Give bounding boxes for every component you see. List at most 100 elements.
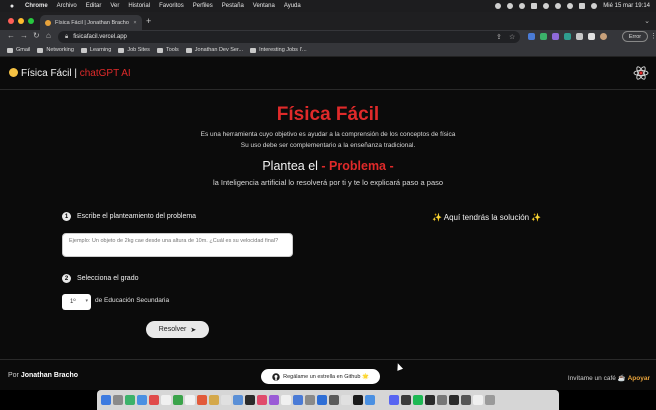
battery-icon[interactable] — [531, 3, 538, 9]
grade-select[interactable]: 1º ▾ — [62, 294, 91, 310]
control-center-icon[interactable] — [579, 3, 586, 9]
app-icon[interactable] — [197, 395, 207, 405]
app-icon[interactable] — [245, 395, 255, 405]
error-button[interactable]: Error — [622, 31, 648, 42]
app-icon[interactable] — [365, 395, 375, 405]
app-header: Física Fácil | chatGPT AI — [0, 57, 656, 90]
bookmark-tools[interactable]: Tools — [156, 47, 179, 53]
chrome-icon[interactable] — [341, 395, 351, 405]
menu-favoritos[interactable]: Favoritos — [159, 3, 184, 9]
tab-search-chevron-icon[interactable]: ⌄ — [644, 17, 650, 25]
trash-icon[interactable] — [485, 395, 495, 405]
github-star-button[interactable]: Regálame un estrella en Github 🌟 — [261, 369, 380, 384]
wifi-icon[interactable] — [555, 3, 562, 9]
clock[interactable]: Mié 15 mar 19:14 — [603, 3, 650, 9]
finder-icon[interactable] — [101, 395, 111, 405]
photos-icon[interactable] — [185, 395, 195, 405]
close-window-icon[interactable] — [8, 18, 14, 24]
mail-icon[interactable] — [137, 395, 147, 405]
tab-fisica-facil[interactable]: Física Fácil | Jonathan Bracho × — [40, 15, 142, 30]
app-icon[interactable] — [149, 395, 159, 405]
forward-icon[interactable]: → — [20, 31, 28, 40]
menu-editar[interactable]: Editar — [86, 3, 102, 9]
app-icon[interactable] — [377, 395, 387, 405]
grade-value: 1º — [70, 299, 76, 305]
facetime-icon[interactable] — [173, 395, 183, 405]
menu-historial[interactable]: Historial — [128, 3, 150, 9]
vscode-icon[interactable] — [317, 395, 327, 405]
more-menu-icon[interactable]: ⋮ — [650, 32, 656, 40]
avatar[interactable] — [600, 33, 607, 40]
address-bar[interactable]: 🔒︎ fisicafacil.vercel.app ⇪ ☆ — [58, 31, 520, 43]
tab-close-icon[interactable]: × — [131, 20, 139, 26]
back-icon[interactable]: ← — [7, 31, 15, 40]
app-icon[interactable] — [425, 395, 435, 405]
extension-icon[interactable] — [540, 33, 547, 40]
share-icon[interactable]: ⇪ — [496, 33, 502, 41]
menu-archivo[interactable]: Archivo — [57, 3, 77, 9]
extension-icon[interactable] — [528, 33, 535, 40]
atom-icon[interactable] — [633, 65, 649, 81]
author-name[interactable]: Jonathan Bracho — [21, 372, 78, 379]
minimize-window-icon[interactable] — [18, 18, 24, 24]
home-icon[interactable]: ⌂ — [46, 31, 51, 40]
extension-icon[interactable] — [564, 33, 571, 40]
launchpad-icon[interactable] — [113, 395, 123, 405]
menu-ventana[interactable]: Ventana — [253, 3, 275, 9]
app-store-icon[interactable] — [293, 395, 303, 405]
extension-icon[interactable] — [552, 33, 559, 40]
brand[interactable]: Física Fácil | chatGPT AI — [9, 68, 131, 79]
play-icon[interactable] — [543, 3, 550, 9]
bookmark-star-icon[interactable]: ☆ — [509, 33, 515, 41]
app-icon[interactable] — [473, 395, 483, 405]
siri-icon[interactable] — [591, 3, 598, 9]
bookmark-interesting-jobs[interactable]: Interesting Jobs I'... — [250, 47, 307, 53]
messages-icon[interactable] — [125, 395, 135, 405]
shield-icon[interactable] — [507, 3, 514, 9]
bookmark-label: Tools — [165, 47, 179, 53]
app-icon[interactable] — [449, 395, 459, 405]
bookmark-networking[interactable]: Networking — [37, 47, 74, 53]
folder-icon — [156, 47, 163, 53]
settings-icon[interactable] — [305, 395, 315, 405]
menu-app-name[interactable]: Chrome — [25, 3, 48, 9]
lock-icon[interactable]: 🔒︎ — [65, 34, 68, 41]
apoyar-link[interactable]: Apoyar — [628, 375, 650, 382]
problem-input[interactable] — [62, 233, 293, 257]
app-icon[interactable] — [401, 395, 411, 405]
app-icon[interactable] — [437, 395, 447, 405]
reminders-icon[interactable] — [221, 395, 231, 405]
spotify-icon[interactable] — [413, 395, 423, 405]
app-icon[interactable] — [281, 395, 291, 405]
bluetooth-icon[interactable] — [519, 3, 526, 9]
app-icon[interactable] — [233, 395, 243, 405]
menu-perfiles[interactable]: Perfiles — [193, 3, 213, 9]
reload-icon[interactable]: ↻ — [33, 31, 40, 40]
url-text[interactable]: fisicafacil.vercel.app — [73, 34, 127, 40]
puzzle-icon[interactable] — [576, 33, 583, 40]
apple-icon[interactable]: ● — [8, 3, 16, 10]
menu-ver[interactable]: Ver — [110, 3, 119, 9]
record-icon[interactable] — [495, 3, 502, 9]
discord-icon[interactable] — [389, 395, 399, 405]
bookmark-gmail[interactable]: Gmail — [7, 47, 30, 53]
terminal-icon[interactable] — [353, 395, 363, 405]
calendar-icon[interactable] — [161, 395, 171, 405]
app-icon[interactable] — [461, 395, 471, 405]
coffee-support: Invítame un café ☕ Apoyar — [568, 374, 650, 382]
bookmark-learning[interactable]: Learning — [80, 47, 111, 53]
new-tab-icon[interactable]: + — [146, 16, 151, 26]
sidebar-icon[interactable] — [588, 33, 595, 40]
tab-title: Física Fácil | Jonathan Bracho — [55, 19, 129, 26]
menu-pestana[interactable]: Pestaña — [222, 3, 244, 9]
search-icon[interactable] — [567, 3, 574, 9]
bookmark-job-sites[interactable]: Job Sites — [118, 47, 150, 53]
menu-ayuda[interactable]: Ayuda — [284, 3, 301, 9]
resolve-button[interactable]: Resolver ➤ — [146, 321, 209, 338]
music-icon[interactable] — [257, 395, 267, 405]
maximize-window-icon[interactable] — [28, 18, 34, 24]
notes-icon[interactable] — [209, 395, 219, 405]
podcasts-icon[interactable] — [269, 395, 279, 405]
bookmark-jonathan-dev[interactable]: Jonathan Dev Ser... — [185, 47, 243, 53]
app-icon[interactable] — [329, 395, 339, 405]
